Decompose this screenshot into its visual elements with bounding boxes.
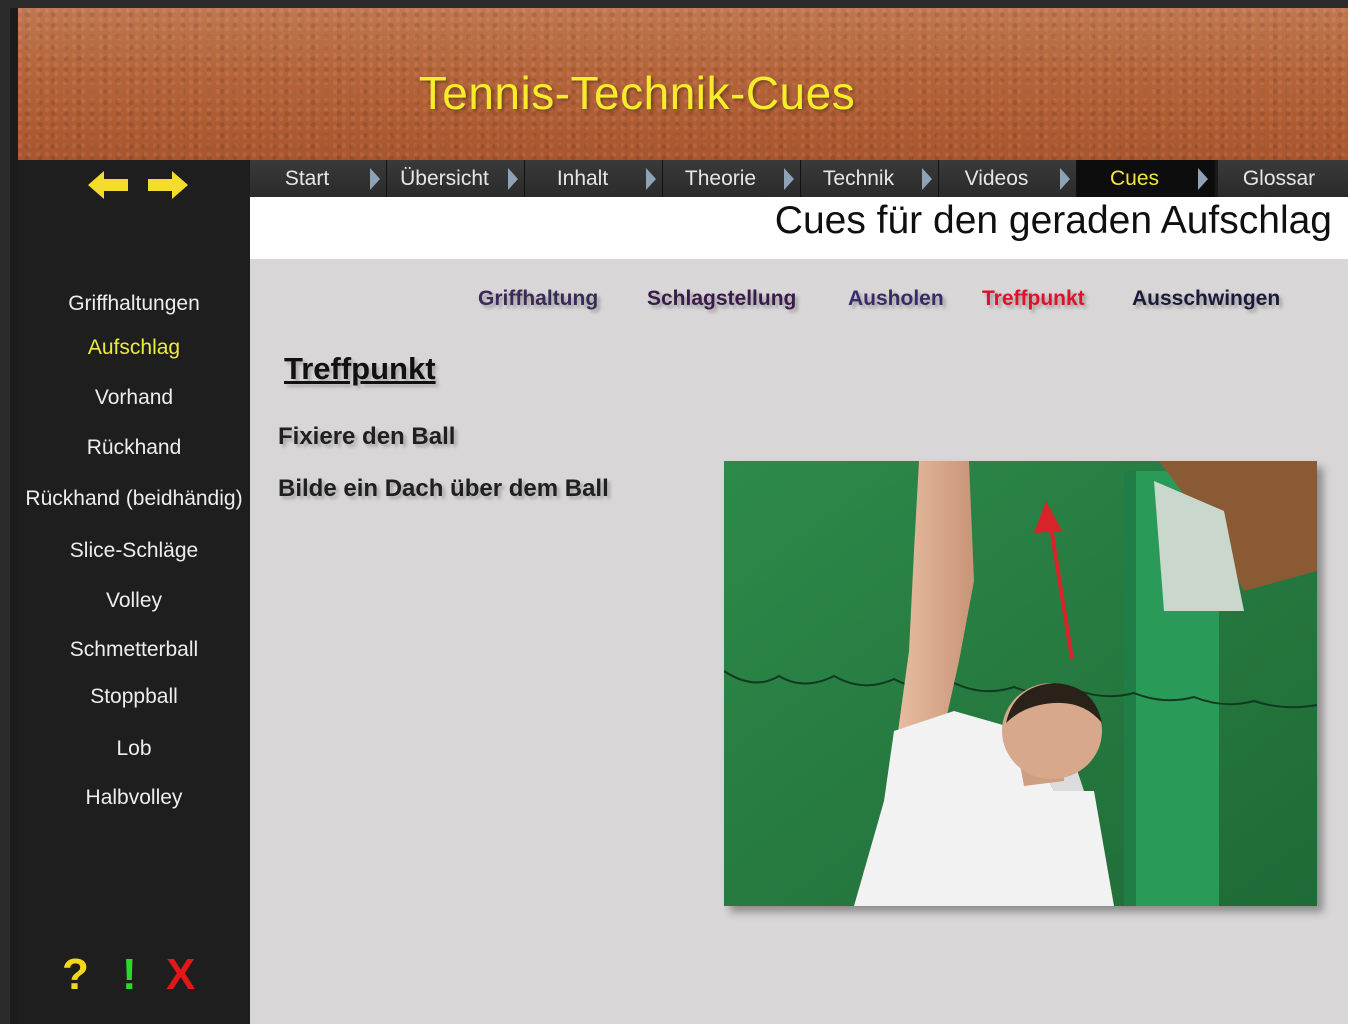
cue-text: Bilde ein Dach über dem Ball — [278, 475, 609, 502]
tab-start[interactable]: Start — [250, 160, 387, 197]
tab-label: Cues — [1109, 167, 1160, 190]
help-icon[interactable]: ? — [62, 950, 89, 1000]
window-frame-top — [0, 0, 1348, 8]
serve-photo — [724, 461, 1317, 906]
sidebar-item-vorhand[interactable]: Vorhand — [18, 386, 250, 410]
chevron-right-icon — [646, 168, 656, 190]
subnav-ausholen[interactable]: Ausholen — [848, 287, 944, 311]
sidebar-item-stoppball[interactable]: Stoppball — [18, 685, 250, 709]
sidebar-item-rueckhand-beidhaendig[interactable]: Rückhand (beidhändig) — [18, 487, 250, 511]
tab-label: Start — [284, 167, 330, 190]
sidebar-item-volley[interactable]: Volley — [18, 589, 250, 613]
subnav-schlagstellung[interactable]: Schlagstellung — [647, 287, 796, 311]
sidebar-item-schmetterball[interactable]: Schmetterball — [18, 638, 250, 662]
close-icon[interactable]: X — [166, 950, 195, 1000]
sidebar-item-slice-schlaege[interactable]: Slice-Schläge — [18, 539, 250, 563]
app-title: Tennis-Technik-Cues — [418, 67, 856, 119]
chevron-right-icon — [1198, 168, 1208, 190]
tab-videos[interactable]: Videos — [939, 160, 1077, 197]
window-frame-inner — [10, 8, 18, 1024]
sidebar-item-rueckhand[interactable]: Rückhand — [18, 436, 250, 460]
subnav-griffhaltung[interactable]: Griffhaltung — [478, 287, 598, 311]
tab-inhalt[interactable]: Inhalt — [525, 160, 663, 197]
main-navbar: Start Übersicht Inhalt Theorie Technik V… — [250, 160, 1348, 197]
tab-theorie[interactable]: Theorie — [663, 160, 801, 197]
sidebar-item-lob[interactable]: Lob — [18, 737, 250, 761]
tab-uebersicht[interactable]: Übersicht — [387, 160, 525, 197]
tab-label: Theorie — [684, 167, 757, 190]
tab-glossar[interactable]: Glossar — [1218, 160, 1348, 197]
sidebar: Griffhaltungen Aufschlag Vorhand Rückhan… — [18, 160, 250, 1024]
tab-technik[interactable]: Technik — [801, 160, 939, 197]
chevron-right-icon — [508, 168, 518, 190]
chevron-right-icon — [1060, 168, 1070, 190]
tab-label: Übersicht — [400, 167, 489, 190]
info-icon[interactable]: ! — [122, 950, 137, 1000]
sidebar-item-halbvolley[interactable]: Halbvolley — [18, 786, 250, 810]
chevron-right-icon — [370, 168, 380, 190]
page-title: Cues für den geraden Aufschlag — [774, 199, 1332, 242]
page-title-bar: Cues für den geraden Aufschlag — [250, 197, 1348, 259]
bottom-icon-bar: ? ! X — [62, 950, 212, 1000]
subnav-treffpunkt[interactable]: Treffpunkt — [982, 287, 1085, 311]
arrow-left-icon[interactable] — [86, 168, 130, 202]
tab-label: Technik — [822, 167, 895, 190]
tab-cues[interactable]: Cues — [1077, 160, 1215, 197]
section-title: Treffpunkt — [284, 351, 436, 386]
sidebar-item-griffhaltungen[interactable]: Griffhaltungen — [18, 292, 250, 316]
chevron-right-icon — [922, 168, 932, 190]
sidebar-item-aufschlag[interactable]: Aufschlag — [18, 336, 250, 360]
tab-label: Videos — [964, 167, 1029, 190]
header-banner: Tennis-Technik-Cues — [18, 8, 1348, 160]
tab-label: Glossar — [1242, 167, 1316, 190]
arrow-right-icon[interactable] — [146, 168, 190, 202]
history-arrows — [86, 168, 196, 204]
tab-label: Inhalt — [556, 167, 609, 190]
subnav-ausschwingen[interactable]: Ausschwingen — [1132, 287, 1280, 311]
cue-text: Fixiere den Ball — [278, 423, 456, 450]
chevron-right-icon — [784, 168, 794, 190]
window-frame-left — [0, 0, 10, 1024]
main-content: Griffhaltung Schlagstellung Ausholen Tre… — [250, 259, 1348, 1024]
